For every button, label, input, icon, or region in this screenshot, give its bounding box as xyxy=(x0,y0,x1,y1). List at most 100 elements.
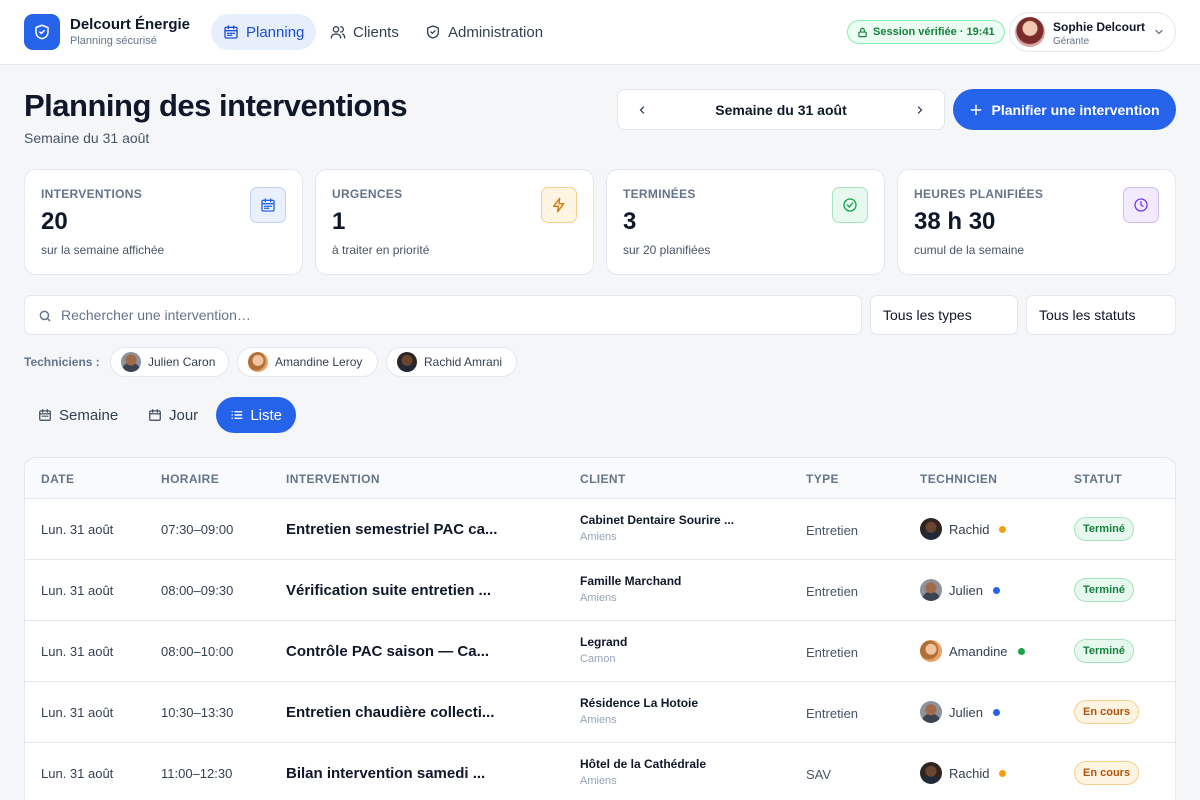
chevron-right-icon xyxy=(917,106,923,114)
status-badge: Terminé xyxy=(1074,578,1134,602)
tab-jour[interactable]: Jour xyxy=(134,397,212,433)
stat-value: 38 h 30 xyxy=(914,208,996,235)
plan-intervention-button[interactable]: Planifier une intervention xyxy=(953,89,1176,130)
user-name: Sophie Delcourt xyxy=(1053,20,1146,34)
row-date: Lun. 31 août xyxy=(41,705,114,720)
table-row[interactable]: Lun. 31 août 08:00–10:00 Contrôle PAC sa… xyxy=(25,621,1175,682)
row-technician: Amandine xyxy=(920,640,1025,662)
column-header-statut[interactable]: STATUT xyxy=(1074,472,1122,486)
table-row[interactable]: Lun. 31 août 08:00–09:30 Vérification su… xyxy=(25,560,1175,621)
technician-color-dot xyxy=(999,525,1007,533)
tab-liste[interactable]: Liste xyxy=(216,397,296,433)
stat-card-urgences: URGENCES 1 à traiter en priorité xyxy=(315,169,594,275)
tab-liste-label: Liste xyxy=(250,406,282,424)
user-menu[interactable]: Sophie Delcourt Gérante xyxy=(1009,12,1176,52)
row-intervention[interactable]: Vérification suite entretien ... xyxy=(286,582,491,599)
tech-chip-julien[interactable]: Julien Caron xyxy=(110,347,229,377)
week-label: Semaine du 31 août xyxy=(715,102,847,118)
row-time: 08:00–09:30 xyxy=(161,583,234,598)
column-header-intervention[interactable]: INTERVENTION xyxy=(286,472,380,486)
stat-label: HEURES PLANIFIÉES xyxy=(914,187,1044,201)
row-technician-name: Rachid xyxy=(949,521,990,537)
technician-color-dot xyxy=(1017,647,1025,655)
status-badge: En cours xyxy=(1074,761,1140,785)
users-icon xyxy=(330,26,346,39)
status-badge: Terminé xyxy=(1074,639,1134,663)
clock-icon xyxy=(1123,187,1159,223)
search-icon xyxy=(39,310,51,322)
tech-chip-label: Amandine Leroy xyxy=(275,355,363,369)
status-select[interactable]: Tous les statuts xyxy=(1026,295,1176,335)
stat-card-terminees: TERMINÉES 3 sur 20 planifiées xyxy=(606,169,885,275)
stat-value: 3 xyxy=(623,208,637,235)
row-technician-name: Julien xyxy=(949,582,983,598)
row-city: Amiens xyxy=(580,531,617,543)
nav-planning[interactable]: Planning xyxy=(211,14,317,50)
nav-clients[interactable]: Clients xyxy=(318,14,411,50)
type-select[interactable]: Tous les types xyxy=(870,295,1018,335)
lock-icon xyxy=(858,27,867,37)
row-intervention[interactable]: Entretien semestriel PAC ca... xyxy=(286,521,497,538)
row-type: Entretien xyxy=(806,706,859,721)
row-time: 11:00–12:30 xyxy=(161,766,233,781)
search-box xyxy=(24,295,862,335)
row-date: Lun. 31 août xyxy=(41,583,114,598)
row-intervention[interactable]: Bilan intervention samedi ... xyxy=(286,765,485,782)
nav-planning-label: Planning xyxy=(246,23,305,41)
table-header: DATE HORAIRE INTERVENTION CLIENT TYPE TE… xyxy=(25,458,1175,499)
brand-subtitle: Planning sécurisé xyxy=(70,35,157,47)
tab-semaine[interactable]: Semaine xyxy=(24,397,132,433)
search-input[interactable] xyxy=(61,296,851,334)
column-header-client[interactable]: CLIENT xyxy=(580,472,626,486)
avatar xyxy=(920,579,942,601)
next-week-button[interactable] xyxy=(912,102,928,118)
shield-icon[interactable] xyxy=(24,14,60,50)
technician-color-dot xyxy=(992,586,1000,594)
shield-icon xyxy=(427,25,439,39)
stat-card-heures: HEURES PLANIFIÉES 38 h 30 cumul de la se… xyxy=(897,169,1176,275)
table-row[interactable]: Lun. 31 août 07:30–09:00 Entretien semes… xyxy=(25,499,1175,560)
table-row[interactable]: Lun. 31 août 11:00–12:30 Bilan intervent… xyxy=(25,743,1175,800)
row-technician: Rachid xyxy=(920,762,1007,784)
stat-value: 1 xyxy=(332,208,346,235)
row-city: Camon xyxy=(580,653,616,665)
week-picker: Semaine du 31 août xyxy=(617,89,945,130)
column-header-date[interactable]: DATE xyxy=(41,472,74,486)
row-city: Amiens xyxy=(580,714,617,726)
row-type: Entretien xyxy=(806,645,859,660)
row-date: Lun. 31 août xyxy=(41,766,114,781)
tech-chip-rachid[interactable]: Rachid Amrani xyxy=(386,347,517,377)
row-technician-name: Amandine xyxy=(949,643,1008,659)
nav-administration[interactable]: Administration xyxy=(413,14,555,50)
check-circle-icon xyxy=(832,187,868,223)
table-row[interactable]: Lun. 31 août 10:30–13:30 Entretien chaud… xyxy=(25,682,1175,743)
page-title: Planning des interventions xyxy=(24,88,408,123)
avatar xyxy=(920,640,942,662)
row-intervention[interactable]: Contrôle PAC saison — Ca... xyxy=(286,643,489,660)
column-header-horaire[interactable]: HORAIRE xyxy=(161,472,219,486)
row-technician: Rachid xyxy=(920,518,1007,540)
avatar xyxy=(920,518,942,540)
tech-chip-label: Rachid Amrani xyxy=(424,355,503,369)
chevron-down-icon xyxy=(1155,29,1163,35)
row-type: SAV xyxy=(806,767,832,782)
list-icon xyxy=(231,410,243,420)
calendar-icon xyxy=(224,25,238,39)
row-intervention[interactable]: Entretien chaudière collecti... xyxy=(286,704,494,721)
session-badge: Session vérifiée · 19:41 xyxy=(847,20,1005,44)
stat-subtitle: sur 20 planifiées xyxy=(623,243,711,257)
technician-color-dot xyxy=(992,708,1000,716)
calendar-icon xyxy=(39,409,51,421)
row-client: Hôtel de la Cathédrale xyxy=(580,757,707,771)
row-technician: Julien xyxy=(920,579,1000,601)
column-header-technicien[interactable]: TECHNICIEN xyxy=(920,472,997,486)
top-bar: Delcourt Énergie Planning sécurisé Plann… xyxy=(0,0,1200,65)
interventions-table: DATE HORAIRE INTERVENTION CLIENT TYPE TE… xyxy=(24,457,1176,800)
row-type: Entretien xyxy=(806,584,859,599)
page-subtitle: Semaine du 31 août xyxy=(24,130,150,146)
row-technician-name: Julien xyxy=(949,704,983,720)
column-header-type[interactable]: TYPE xyxy=(806,472,839,486)
tech-chip-amandine[interactable]: Amandine Leroy xyxy=(237,347,378,377)
tab-jour-label: Jour xyxy=(169,406,199,424)
stat-value: 20 xyxy=(41,208,68,235)
